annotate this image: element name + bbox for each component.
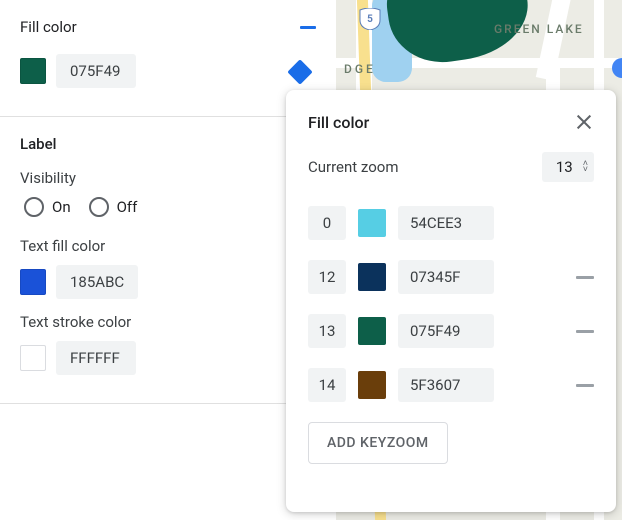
visibility-off-radio[interactable]: Off (89, 197, 138, 217)
label-section-title: Label (20, 135, 56, 153)
keyzoom-key[interactable]: 13 (308, 314, 346, 348)
radio-icon (24, 197, 44, 217)
visibility-on-radio[interactable]: On (24, 197, 71, 217)
keyzoom-hex[interactable]: 5F3607 (398, 368, 494, 402)
keyzoom-hex[interactable]: 54CEE3 (398, 206, 494, 240)
visibility-label: Visibility (20, 169, 316, 187)
route-shield: 5 (358, 8, 382, 30)
keyzoom-row: 12 07345F (308, 260, 594, 294)
keyzoom-row: 13 075F49 (308, 314, 594, 348)
text-fill-swatch[interactable] (20, 269, 46, 295)
zoom-value: 13 (556, 158, 573, 176)
keyzoom-key[interactable]: 12 (308, 260, 346, 294)
add-keyzoom-button[interactable]: ADD KEYZOOM (308, 422, 448, 464)
text-stroke-swatch[interactable] (20, 345, 46, 371)
chevron-down-icon[interactable]: ˅ (583, 167, 588, 173)
remove-keyzoom-icon[interactable] (576, 330, 594, 333)
keyzoom-swatch[interactable] (358, 317, 386, 345)
text-stroke-label: Text stroke color (20, 313, 316, 331)
remove-keyzoom-icon[interactable] (576, 384, 594, 387)
text-fill-hex[interactable]: 185ABC (56, 265, 138, 299)
keyzoom-swatch[interactable] (358, 263, 386, 291)
fill-color-swatch[interactable] (20, 58, 46, 84)
collapse-icon[interactable] (300, 26, 316, 29)
keyzoom-swatch[interactable] (358, 209, 386, 237)
keyzoom-hex[interactable]: 07345F (398, 260, 494, 294)
radio-icon (89, 197, 109, 217)
keyzoom-row: 0 54CEE3 (308, 206, 594, 240)
remove-keyzoom-icon[interactable] (576, 276, 594, 279)
keyzoom-swatch[interactable] (358, 371, 386, 399)
fill-color-title: Fill color (20, 18, 77, 36)
keyzoom-key[interactable]: 14 (308, 368, 346, 402)
keyzoom-list: 0 54CEE3 12 07345F 13 075F49 14 5F3607 (308, 206, 594, 402)
text-stroke-hex[interactable]: FFFFFF (56, 341, 136, 375)
fill-color-popover: Fill color Current zoom 13 ˄ ˅ 0 54CEE3 12… (286, 90, 616, 512)
fill-color-hex[interactable]: 075F49 (56, 54, 136, 88)
close-icon[interactable] (574, 112, 594, 132)
map-label-dge: DGE (344, 62, 376, 76)
text-fill-label: Text fill color (20, 237, 316, 255)
popover-title: Fill color (308, 113, 369, 132)
keyzoom-hex[interactable]: 075F49 (398, 314, 494, 348)
current-zoom-label: Current zoom (308, 158, 399, 176)
zoom-stepper[interactable]: 13 ˄ ˅ (542, 152, 594, 182)
map-label-greenlake: GREEN LAKE (494, 22, 584, 36)
keyzoom-key[interactable]: 0 (308, 206, 346, 240)
keyzoom-row: 14 5F3607 (308, 368, 594, 402)
